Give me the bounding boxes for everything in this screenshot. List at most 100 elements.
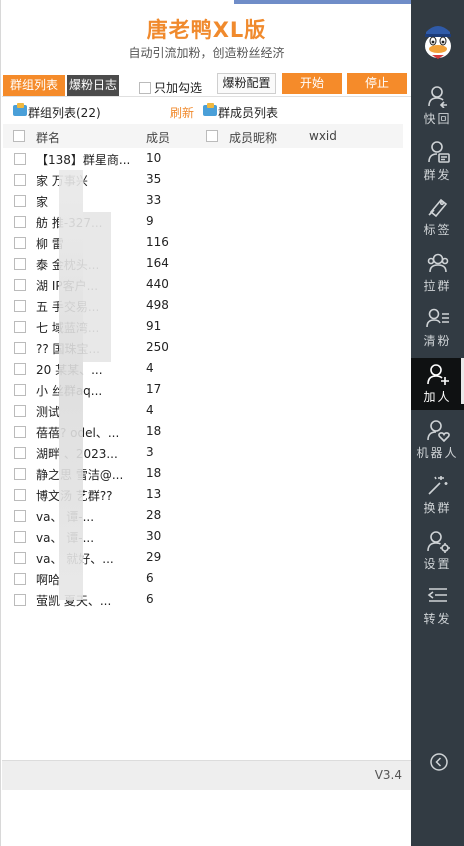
group-row-name: 家 万事兴 (36, 174, 88, 188)
sidebar-item-label: 拉群 (423, 278, 452, 293)
group-row-count: 29 (146, 550, 162, 564)
group-row[interactable]: 萤凯 夏天、... 6 (1, 589, 201, 610)
group-row-count: 13 (146, 487, 162, 501)
group-row-count: 17 (146, 382, 162, 396)
group-row-checkbox[interactable] (14, 279, 26, 291)
forward-list-icon (427, 588, 447, 603)
sidebar-item[interactable]: 拉群 (411, 247, 464, 299)
sidebar-item-label: 快回 (423, 112, 452, 126)
group-row-count: 18 (146, 466, 162, 480)
group-row-checkbox[interactable] (14, 342, 26, 354)
redaction-mask (83, 212, 111, 362)
group-row[interactable]: 啊哈 6 (1, 568, 201, 589)
group-row-count: 116 (146, 235, 169, 249)
app-title: 唐老鸭XL版 (146, 18, 267, 42)
group-row-checkbox[interactable] (14, 447, 26, 459)
group-row[interactable]: 小 丝群aq... 17 (1, 379, 201, 400)
divider (2, 96, 412, 97)
sidebar: 快回群发标签拉群清粉 加人 机器人换群设置转发 (411, 0, 464, 846)
group-row[interactable]: va、 就好、... 29 (1, 547, 201, 568)
section-headers: 群组列表(22) 刷新 群成员列表 (1, 102, 412, 120)
redaction-mask (59, 170, 83, 600)
sidebar-item[interactable]: 设置 (411, 525, 464, 577)
group-row-checkbox[interactable] (14, 552, 26, 564)
group-row-count: 6 (146, 592, 154, 606)
sidebar-item[interactable]: 清粉 (411, 302, 464, 354)
sidebar-item[interactable]: 转发 (411, 580, 464, 632)
group-row[interactable]: 湖畔 、2023... 3 (1, 442, 201, 463)
refresh-link[interactable]: 刷新 (170, 104, 194, 121)
group-row[interactable]: 家 33 (1, 190, 201, 211)
group-row-name: 【138】群星商... (36, 153, 131, 167)
group-row-checkbox[interactable] (14, 153, 26, 165)
person-list-icon (426, 309, 449, 328)
only-checked-checkbox[interactable] (139, 81, 151, 94)
group-row-checkbox[interactable] (14, 594, 26, 606)
group-row[interactable]: 蓓蓓? odel、... 18 (1, 421, 201, 442)
group-row-count: 91 (146, 319, 162, 333)
group-row-checkbox[interactable] (14, 300, 26, 312)
duck-avatar-icon[interactable] (420, 18, 456, 60)
column-group-name[interactable]: 群名 (36, 129, 60, 146)
person-gear-icon (427, 530, 450, 553)
group-row-name: 博文汤 艺群?? (36, 489, 113, 503)
group-row-checkbox[interactable] (14, 216, 26, 228)
group-row-checkbox[interactable] (14, 258, 26, 270)
column-member-count[interactable]: 成员 (146, 129, 170, 146)
fans-config-button[interactable]: 爆粉配置 (217, 73, 276, 94)
sidebar-item-label: 转发 (423, 612, 452, 627)
tab-group-list[interactable]: 群组列表 (3, 75, 65, 96)
sidebar-item[interactable]: 加人 (411, 358, 464, 410)
sidebar-item[interactable]: 标签 (411, 191, 464, 243)
column-member-nickname[interactable]: 成员昵称 (229, 129, 277, 146)
person-heart-icon (427, 419, 450, 442)
group-row-checkbox[interactable] (14, 573, 26, 585)
group-row-name: 啊哈 (36, 573, 61, 587)
group-row-checkbox[interactable] (14, 384, 26, 396)
group-row[interactable]: va、 谭-... 28 (1, 505, 201, 526)
group-row-checkbox[interactable] (14, 531, 26, 543)
group-row-name: 小 丝群aq... (36, 384, 102, 398)
member-list-icon (203, 103, 217, 116)
group-row-checkbox[interactable] (14, 489, 26, 501)
group-row-checkbox[interactable] (14, 321, 26, 333)
sidebar-item[interactable]: 机器人 (411, 414, 464, 466)
select-all-groups-checkbox[interactable] (13, 130, 25, 142)
group-row-checkbox[interactable] (14, 237, 26, 249)
group-row-checkbox[interactable] (14, 426, 26, 438)
group-row-name: 静之思 雪洁@... (36, 468, 124, 482)
group-row-checkbox[interactable] (14, 510, 26, 522)
group-row-checkbox[interactable] (14, 174, 26, 186)
group-row-checkbox[interactable] (14, 363, 26, 375)
group-row[interactable]: 博文汤 艺群?? 13 (1, 484, 201, 505)
sidebar-item[interactable]: 换群 (411, 469, 464, 521)
group-row-count: 440 (146, 277, 169, 291)
group-row-checkbox[interactable] (14, 468, 26, 480)
group-row[interactable]: 【138】群星商... 10 (1, 148, 201, 169)
sidebar-item[interactable]: 群发 (411, 136, 464, 188)
tab-fans-log[interactable]: 爆粉日志 (67, 75, 119, 96)
sidebar-item-label: 设置 (423, 556, 452, 571)
sidebar-item[interactable]: 快回 (411, 80, 464, 132)
group-list-icon (13, 103, 27, 116)
select-all-members-checkbox[interactable] (206, 130, 218, 142)
only-checked-toggle[interactable]: 只加勾选 (139, 79, 202, 96)
person-add-icon (427, 364, 449, 385)
stop-button[interactable]: 停止 (347, 73, 407, 94)
group-row-checkbox[interactable] (14, 195, 26, 207)
group-row-checkbox[interactable] (14, 405, 26, 417)
group-row-name: 20 某某、... (36, 363, 103, 377)
group-row[interactable]: 静之思 雪洁@... 18 (1, 463, 201, 484)
group-row-count: 4 (146, 361, 154, 375)
person-message-icon (428, 140, 450, 163)
sidebar-item-label: 换群 (423, 501, 452, 516)
group-row[interactable]: 家 万事兴 35 (1, 169, 201, 190)
sidebar-item-label: 标签 (423, 223, 452, 238)
group-row-name: 测试 (36, 405, 61, 419)
group-row[interactable]: 测试 4 (1, 400, 201, 421)
column-wxid[interactable]: wxid (309, 129, 337, 143)
group-row[interactable]: va、 谭-... 30 (1, 526, 201, 547)
start-button[interactable]: 开始 (282, 73, 342, 94)
list-header: 群名 成员 成员昵称 wxid (3, 124, 403, 148)
back-circle-icon[interactable] (429, 752, 449, 772)
